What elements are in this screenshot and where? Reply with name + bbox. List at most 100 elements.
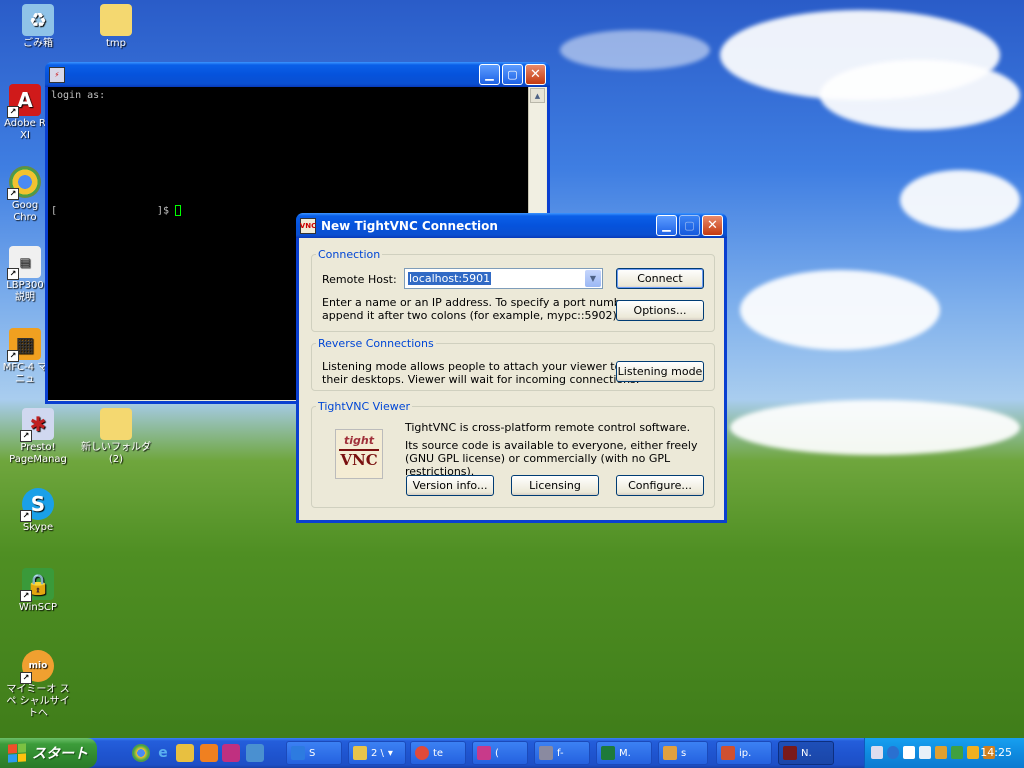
desktop-icon-lbp[interactable]: ▤ ↗ LBP300 説明 <box>2 246 48 304</box>
presto-icon: ✱ ↗ <box>20 408 54 442</box>
app-icon <box>721 746 735 760</box>
desktop-icon-chrome[interactable]: ↗ Goog Chro <box>2 166 48 224</box>
chevron-down-icon[interactable]: ▼ <box>585 270 601 287</box>
cloud <box>820 60 1020 130</box>
connect-button[interactable]: Connect <box>616 268 704 289</box>
mfc-manual-icon: ▦ ↗ <box>7 328 41 362</box>
close-button[interactable]: ✕ <box>525 64 546 85</box>
viewer-text-line: Its source code is available to everyone… <box>405 439 698 452</box>
keyboard-icon[interactable] <box>871 746 883 759</box>
vnc-title: New TightVNC Connection <box>321 218 498 233</box>
connection-legend: Connection <box>318 248 381 261</box>
tray-app-icon[interactable] <box>967 746 979 759</box>
tray-app-icon[interactable] <box>919 746 931 759</box>
logo-top-text: tight <box>344 434 374 447</box>
taskbar-item-label: 2 \ <box>371 747 384 759</box>
taskbar-item[interactable]: M. <box>596 741 652 765</box>
viewer-text-line: TightVNC is cross-platform remote contro… <box>405 421 691 434</box>
maximize-button: ▢ <box>679 215 700 236</box>
terminal-titlebar[interactable]: ⚡ ▁ ▢ ✕ <box>45 62 550 87</box>
desktop-icon-skype[interactable]: S ↗ Skype <box>2 488 74 534</box>
remote-host-value[interactable]: localhost:5901 <box>408 272 492 285</box>
chrome-icon[interactable] <box>132 744 150 762</box>
tray-app-icon[interactable] <box>951 746 963 759</box>
connection-help-line: Enter a name or an IP address. To specif… <box>322 296 636 309</box>
remote-host-combobox[interactable]: localhost:5901 ▼ <box>404 268 603 289</box>
app-icon <box>663 746 677 760</box>
start-button[interactable]: スタート <box>0 738 97 768</box>
prompt-close: ]$ <box>157 205 170 217</box>
taskbar: スタート e S 2 \ ▾ te ( f- M. s ip. N. 14:25 <box>0 738 1024 768</box>
desktop-icon-label: Adobe R XI <box>4 118 46 141</box>
desktop-icon-label: Skype <box>22 522 54 533</box>
taskbar-item[interactable]: s <box>658 741 708 765</box>
taskbar-item-label: f- <box>557 747 564 759</box>
licensing-button[interactable]: Licensing <box>511 475 599 496</box>
system-tray: 14:25 <box>864 738 1024 768</box>
app-icon <box>477 746 491 760</box>
chevron-left-icon[interactable] <box>887 746 899 759</box>
desktop-icon-presto[interactable]: ✱ ↗ Presto! PageManag <box>2 408 74 466</box>
ie-icon[interactable]: e <box>154 744 172 762</box>
minimize-button[interactable]: ▁ <box>656 215 677 236</box>
desktop-icon-mfc[interactable]: ▦ ↗ MFC-4 マニュ <box>2 328 48 386</box>
cloud <box>560 30 710 70</box>
taskbar-item[interactable]: te <box>410 741 466 765</box>
desktop-icon-label: マイミーオ スペ シャルサイトへ <box>6 684 70 719</box>
taskbar-item[interactable]: ( <box>472 741 528 765</box>
desktop-icon-new-folder[interactable]: 新しいフォルダ (2) <box>80 408 152 466</box>
app-icon[interactable] <box>246 744 264 762</box>
options-button[interactable]: Options... <box>616 300 704 321</box>
scroll-up-arrow-icon[interactable]: ▲ <box>530 88 545 103</box>
chrome-icon: ↗ <box>7 166 41 200</box>
clock[interactable]: 14:25 <box>980 746 1012 759</box>
desktop-icon-label: LBP300 説明 <box>6 280 44 303</box>
app-icon[interactable] <box>222 744 240 762</box>
tray-app-icon[interactable] <box>935 746 947 759</box>
taskbar-item-label: te <box>433 747 444 759</box>
desktop-icon-adobe[interactable]: A ↗ Adobe R XI <box>2 84 48 142</box>
desktop-icon-label: ごみ箱 <box>23 38 53 49</box>
skype-icon: S ↗ <box>20 488 54 522</box>
media-icon[interactable] <box>176 744 194 762</box>
reverse-text-line: Listening mode allows people to attach y… <box>322 360 622 373</box>
version-info-button[interactable]: Version info... <box>406 475 494 496</box>
desktop-icon-label: Goog Chro <box>11 200 39 223</box>
minimize-button[interactable]: ▁ <box>479 64 500 85</box>
taskbar-item-label: N. <box>801 747 812 759</box>
taskbar-item-label: M. <box>619 747 631 759</box>
listening-mode-button[interactable]: Listening mode <box>616 361 704 382</box>
terminal-cursor <box>175 205 182 216</box>
terminal-prompt: [ ]$ <box>51 205 182 217</box>
reverse-connections-legend: Reverse Connections <box>318 337 434 350</box>
desktop-icon-winscp[interactable]: 🔒 ↗ WinSCP <box>2 568 74 614</box>
desktop-icon-label: WinSCP <box>18 602 58 613</box>
cloud <box>740 270 940 350</box>
winscp-icon: 🔒 ↗ <box>20 568 54 602</box>
reverse-text-line: their desktops. Viewer will wait for inc… <box>322 373 640 386</box>
tightvnc-logo: tight VNC <box>335 429 383 479</box>
chevron-down-icon: ▾ <box>387 747 393 759</box>
tray-app-icon[interactable] <box>903 746 915 759</box>
desktop-icon-tmp[interactable]: tmp <box>80 4 152 50</box>
taskbar-item[interactable]: f- <box>534 741 590 765</box>
taskbar-item[interactable]: S <box>286 741 342 765</box>
desktop-icon-label: tmp <box>105 38 126 49</box>
windows-flag-icon <box>8 743 26 763</box>
maximize-button[interactable]: ▢ <box>502 64 523 85</box>
taskbar-item-vnc[interactable]: N. <box>778 741 834 765</box>
firefox-icon[interactable] <box>200 744 218 762</box>
chrome-icon <box>415 746 429 760</box>
taskbar-item[interactable]: ip. <box>716 741 772 765</box>
configure-button[interactable]: Configure... <box>616 475 704 496</box>
remote-host-label: Remote Host: <box>322 273 397 286</box>
close-button[interactable]: ✕ <box>702 215 723 236</box>
mymio-icon: mio ↗ <box>20 650 54 684</box>
adobe-reader-icon: A ↗ <box>7 84 41 118</box>
desktop-icon-recycle-bin[interactable]: ♻ ごみ箱 <box>2 4 74 50</box>
desktop-icon-mymio[interactable]: mio ↗ マイミーオ スペ シャルサイトへ <box>2 650 74 720</box>
taskbar-item[interactable]: 2 \ ▾ <box>348 741 406 765</box>
desktop: { "desktop_icons": [ {"label": "ごみ箱", "i… <box>0 0 1024 768</box>
prompt-open: [ <box>51 205 58 217</box>
vnc-titlebar[interactable]: VNC New TightVNC Connection ▁ ▢ ✕ <box>296 213 727 238</box>
